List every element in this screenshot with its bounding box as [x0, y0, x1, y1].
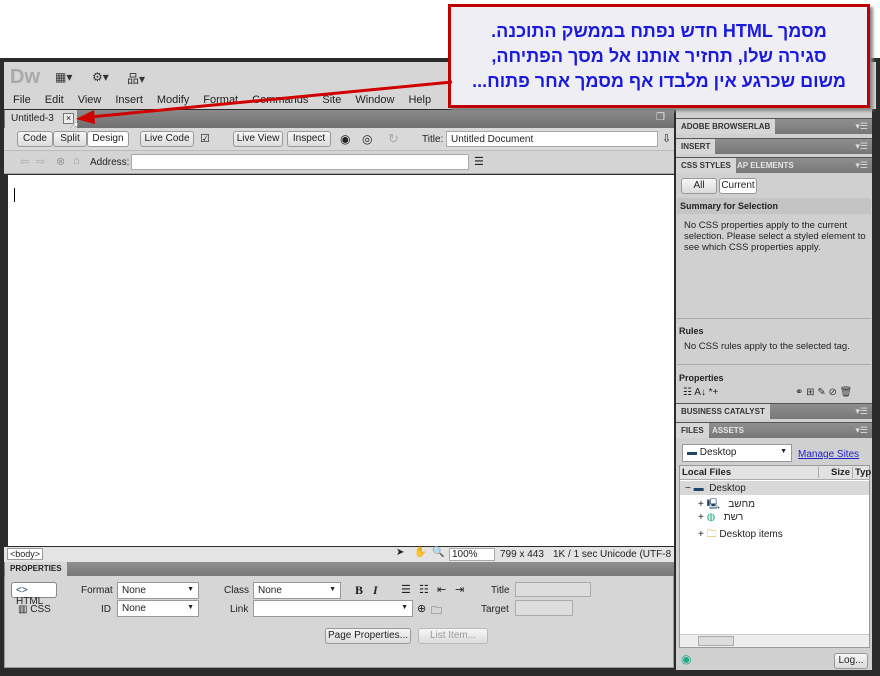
annotation-arrow — [76, 80, 453, 124]
